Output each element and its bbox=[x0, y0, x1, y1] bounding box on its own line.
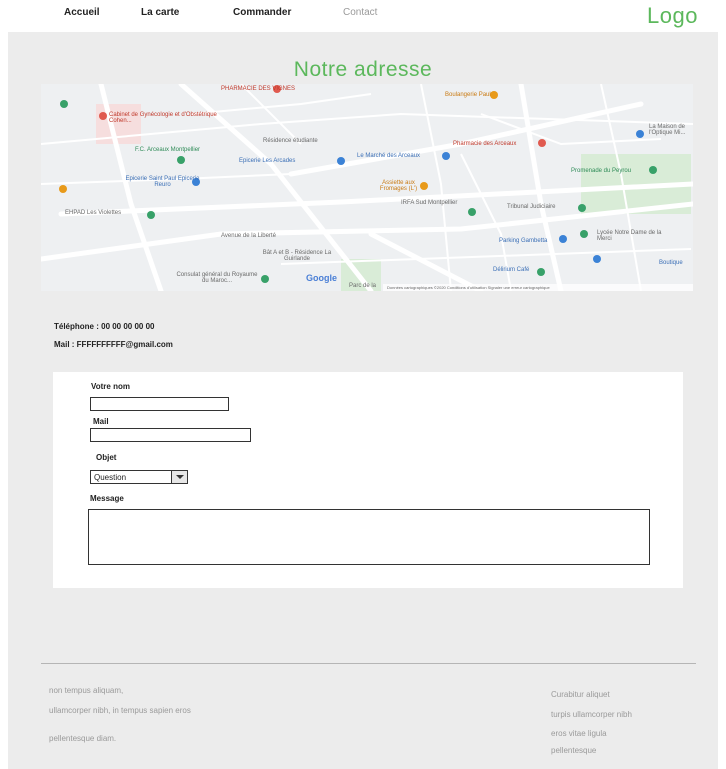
map-label: Promenade du Peyrou bbox=[571, 168, 632, 174]
map-label: EHPAD Les Violettes bbox=[65, 210, 122, 216]
map-label: Consulat général du Royaume du Maroc... bbox=[176, 272, 258, 284]
footer-right-text: Curabitur aliquet bbox=[551, 690, 610, 699]
message-label: Message bbox=[90, 494, 124, 503]
map-label: Epicerie Saint Paul Epicerie Reuro bbox=[125, 176, 200, 188]
map-label: Résidence étudiante bbox=[263, 138, 318, 144]
map-label: Le Marché des Arceaux bbox=[357, 153, 421, 159]
map-label: PHARMACIE DES VIGNES bbox=[221, 86, 296, 92]
map-label: Assiette aux Fromages (L') bbox=[379, 180, 418, 192]
contact-form: Votre nom Mail Objet Question Message bbox=[53, 372, 683, 588]
phone-text: Téléphone : 00 00 00 00 00 bbox=[54, 322, 155, 331]
map-label: Pharmacie des Arceaux bbox=[453, 141, 517, 147]
map-label: Parking Gambetta bbox=[499, 238, 548, 244]
map-label: Boulangerie Paul bbox=[445, 92, 491, 98]
map-label: Tribunal Judiciaire bbox=[507, 204, 556, 210]
nav-link-accueil[interactable]: Accueil bbox=[64, 7, 100, 18]
map-label: Parc de la bbox=[349, 283, 377, 289]
map-label: Boutique bbox=[659, 260, 683, 266]
address-section: Notre adresse PHARMACIE DES VIGNES Boula… bbox=[8, 32, 718, 769]
logo[interactable]: Logo bbox=[647, 3, 698, 29]
top-nav: Accueil La carte Commander Contact Logo bbox=[0, 0, 726, 32]
map-label: Bât A et B - Résidence La Guirlande bbox=[262, 250, 332, 262]
mail-text: Mail : FFFFFFFFFF@gmail.com bbox=[54, 340, 173, 349]
map-label: Avenue de la Liberté bbox=[221, 233, 276, 239]
name-input[interactable] bbox=[90, 397, 229, 411]
footer-left-text: ullamcorper nibh, in tempus sapien eros bbox=[49, 706, 191, 715]
map-label: Cabinet de Gynécologie et d'Obstétrique … bbox=[109, 112, 217, 124]
map-label: La Maison de l'Optique Mi... bbox=[649, 124, 686, 136]
footer-left-text: non tempus aliquam, bbox=[49, 686, 124, 695]
footer-right-text: eros vitae ligula bbox=[551, 729, 607, 738]
page-title: Notre adresse bbox=[293, 58, 433, 81]
nav-link-contact[interactable]: Contact bbox=[343, 7, 377, 18]
google-logo: Google bbox=[306, 273, 337, 283]
mail-label: Mail bbox=[93, 417, 109, 426]
select-arrow-button[interactable] bbox=[171, 471, 187, 483]
message-textarea[interactable] bbox=[88, 509, 650, 565]
map-attribution[interactable]: Données cartographiques ©2020 Conditions… bbox=[383, 284, 693, 291]
subject-label: Objet bbox=[96, 453, 117, 462]
nav-link-commander[interactable]: Commander bbox=[233, 7, 291, 18]
chevron-down-icon bbox=[176, 475, 184, 479]
map-label: IRFA Sud Montpellier bbox=[401, 200, 458, 206]
footer-divider bbox=[41, 663, 696, 664]
footer-right-text: pellentesque bbox=[551, 746, 597, 755]
footer-left-text: pellentesque diam. bbox=[49, 734, 117, 743]
map-label: Epicerie Les Arcades bbox=[239, 158, 296, 164]
map-label: Lycée Notre Dame de la Merci bbox=[597, 230, 662, 242]
mail-input[interactable] bbox=[90, 428, 251, 442]
map-label: Délirium Café bbox=[493, 267, 530, 273]
map-label: F.C. Arceaux Montpellier bbox=[135, 147, 201, 153]
footer-right-text: turpis ullamcorper nibh bbox=[551, 710, 632, 719]
subject-select-value: Question bbox=[94, 473, 127, 482]
name-label: Votre nom bbox=[91, 382, 130, 391]
subject-select[interactable]: Question bbox=[90, 470, 188, 484]
map-embed[interactable]: PHARMACIE DES VIGNES Boulangerie Paul Ca… bbox=[41, 84, 693, 291]
nav-link-la-carte[interactable]: La carte bbox=[141, 7, 179, 18]
